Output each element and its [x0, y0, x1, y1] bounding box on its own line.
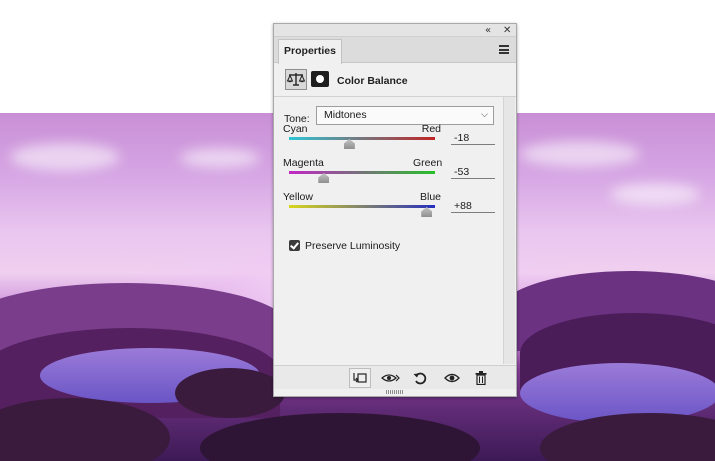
balance-scale-icon[interactable] [285, 69, 307, 90]
tab-bar: Properties [274, 37, 516, 64]
cloud [610, 183, 700, 205]
slider-thumb[interactable] [421, 207, 433, 217]
island [540, 413, 715, 461]
preserve-luminosity-label: Preserve Luminosity [305, 240, 401, 252]
close-panel-icon[interactable]: ✕ [503, 24, 511, 37]
tone-selected-value: Midtones [324, 109, 367, 121]
slider-track[interactable] [289, 137, 435, 140]
trash-icon[interactable] [470, 368, 492, 388]
slider-track[interactable] [289, 171, 435, 174]
view-previous-state-icon[interactable] [380, 368, 402, 388]
slider-value-field[interactable]: -18 [451, 131, 495, 145]
reset-icon[interactable] [409, 368, 431, 388]
slider-left-label: Yellow [283, 191, 313, 203]
cloud [520, 141, 640, 167]
slider-left-label: Magenta [283, 157, 324, 169]
panel-titlebar[interactable]: « ✕ [274, 24, 516, 37]
hamburger-menu-icon[interactable] [499, 45, 509, 54]
cloud [180, 148, 260, 168]
color-slider-magenta-green: Magenta Green -53 [274, 157, 504, 191]
slider-right-label: Green [413, 157, 443, 169]
layer-mask-icon[interactable] [311, 71, 329, 87]
slider-right-label: Red [421, 123, 441, 135]
island [175, 368, 285, 418]
adjustment-header: Color Balance [274, 63, 516, 97]
collapse-panel-icon[interactable]: « [485, 24, 491, 37]
panel-content: Tone: Midtones ⌵ Cyan Red -18 Magenta Green -… [274, 97, 516, 364]
vertical-scrollbar[interactable] [503, 97, 515, 364]
slider-value-field[interactable]: +88 [451, 199, 495, 213]
clip-to-layer-icon[interactable] [349, 368, 371, 388]
slider-thumb[interactable] [318, 173, 330, 183]
tab-properties[interactable]: Properties [278, 39, 342, 64]
cloud [10, 143, 120, 171]
bottom-toolbar [274, 365, 516, 389]
checkbox-checked-icon[interactable] [289, 240, 300, 251]
adjustment-title: Color Balance [337, 75, 408, 87]
slider-left-label: Cyan [283, 123, 308, 135]
slider-value-field[interactable]: -53 [451, 165, 495, 179]
properties-panel: « ✕ Properties Color Balance Tone: Midto… [273, 23, 517, 397]
visibility-eye-icon[interactable] [441, 368, 463, 388]
slider-track[interactable] [289, 205, 435, 208]
color-slider-cyan-red: Cyan Red -18 [274, 123, 504, 157]
chevron-down-icon: ⌵ [481, 110, 488, 120]
slider-thumb[interactable] [343, 139, 355, 149]
resize-grip-icon[interactable] [386, 390, 404, 394]
slider-right-label: Blue [419, 191, 441, 203]
color-slider-yellow-blue: Yellow Blue +88 [274, 191, 504, 225]
island [200, 413, 480, 461]
